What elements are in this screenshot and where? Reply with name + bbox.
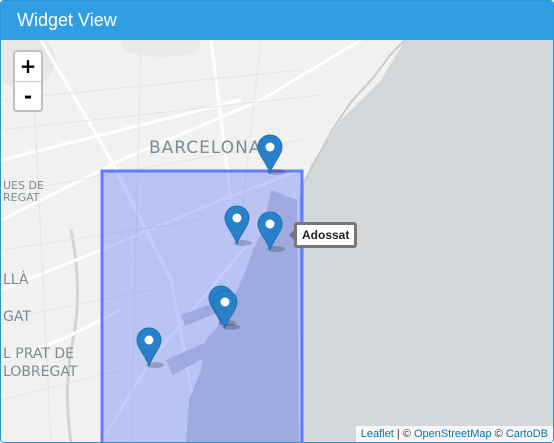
attribution-separator: © (491, 428, 506, 440)
map[interactable]: BARCELONA UES DE REGAT LLÀ GAT L PRAT DE… (1, 40, 553, 442)
marker-tooltip: Adossat (288, 222, 358, 248)
attribution-separator: | © (393, 428, 414, 440)
cartodb-link[interactable]: CartoDB (506, 428, 548, 440)
place-label: BARCELONA (149, 138, 261, 158)
place-label: L PRAT DE (3, 346, 74, 362)
openstreetmap-link[interactable]: OpenStreetMap (414, 428, 492, 440)
zoom-in-button[interactable]: + (15, 52, 41, 82)
attribution: Leaflet | © OpenStreetMap © CartoDB (355, 426, 553, 442)
leaflet-link[interactable]: Leaflet (361, 428, 394, 440)
place-label: LLÀ (3, 271, 29, 288)
basemap: BARCELONA UES DE REGAT LLÀ GAT L PRAT DE… (1, 40, 406, 442)
place-label: REGAT (3, 191, 40, 204)
zoom-out-button[interactable]: - (15, 82, 41, 110)
place-label: LOBREGAT (3, 364, 78, 380)
zoom-control: + - (13, 50, 43, 112)
widget-title: Widget View (1, 1, 553, 40)
widget-container: Widget View BARCELONA UES DE REGAT LLÀ G… (0, 0, 554, 443)
place-label: GAT (3, 309, 31, 325)
